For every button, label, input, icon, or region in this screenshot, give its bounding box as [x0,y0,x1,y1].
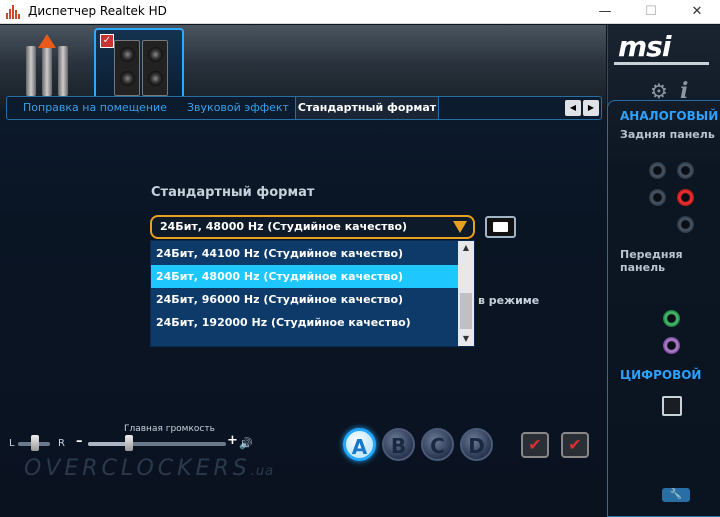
right-panel-frame [607,100,720,517]
rear-jack-icon[interactable] [677,162,694,179]
tab-room-correction[interactable]: Поправка на помещение [23,101,167,114]
volume-slider-fill [88,442,130,446]
tab-sound-effect[interactable]: Звуковой эффект [187,101,289,114]
volume-slider-track[interactable] [88,442,226,446]
msi-logo: msi [618,30,671,63]
front-jack-purple-icon[interactable] [663,337,680,354]
apply-all-check-button[interactable]: ✔ [561,432,589,458]
dropdown-arrow-icon[interactable] [453,221,467,233]
master-volume-label: Главная громкость [124,424,215,434]
dropdown-option-selected[interactable]: 24Бит, 48000 Hz (Студийное качество) [151,265,459,288]
balance-left-label: L [9,438,15,449]
maximize-button[interactable]: ☐ [628,0,674,24]
apply-check-button[interactable]: ✔ [521,432,549,458]
rear-jack-icon[interactable] [649,189,666,206]
hidden-option-label: в режиме [478,294,540,307]
format-select[interactable]: 24Бит, 48000 Hz (Студийное качество) [150,215,475,239]
balance-slider-knob[interactable] [31,435,39,451]
info-icon[interactable]: i [680,78,688,104]
tab-scroll-left-icon[interactable]: ◀ [565,100,581,116]
profile-c-button[interactable]: C [421,428,454,461]
profile-d-button[interactable]: D [460,428,493,461]
mute-speaker-icon[interactable]: 🔊 [239,437,253,450]
wrench-icon[interactable]: 🔧 [662,488,690,502]
checkmark-icon: ✔ [568,435,582,454]
watermark-logo: OVERCLOCKERS.ua [24,456,274,481]
scroll-up-icon[interactable]: ▲ [458,241,474,255]
volume-plus-icon[interactable]: + [227,433,238,448]
rca-plug-icon [26,46,36,96]
realtek-app-icon [6,5,22,19]
default-device-check-icon: ✓ [100,34,114,48]
rear-jack-icon[interactable] [649,162,666,179]
rear-jack-red-icon[interactable] [677,189,694,206]
scrollbar-thumb[interactable] [460,293,472,329]
tab-bar: Поправка на помещение Звуковой эффект Ст… [6,96,602,120]
dropdown-option[interactable]: 24Бит, 192000 Hz (Студийное качество) [151,311,459,334]
default-format-icon [493,222,508,232]
format-dropdown-list: 24Бит, 44100 Hz (Студийное качество) 24Б… [150,240,475,347]
digital-section-title: ЦИФРОВОЙ [620,368,702,382]
scroll-down-icon[interactable]: ▼ [458,332,474,346]
analog-section-title: АНАЛОГОВЫЙ [620,109,719,123]
close-button[interactable]: ✕ [674,0,720,24]
rca-plug-icon [42,46,52,96]
dropdown-option[interactable]: 24Бит, 44100 Hz (Студийное качество) [151,242,459,265]
title-bar: Диспетчер Realtek HD — ☐ ✕ [0,0,720,24]
speaker-icon [142,40,168,96]
digital-output-icon[interactable] [662,396,682,416]
front-jack-green-icon[interactable] [663,310,680,327]
speaker-icon [114,40,140,96]
tab-scroll-right-icon[interactable]: ▶ [583,100,599,116]
restore-default-button[interactable] [485,216,516,238]
volume-minus-icon[interactable]: – [76,434,83,449]
checkmark-icon: ✔ [528,435,542,454]
dropdown-option[interactable]: 24Бит, 96000 Hz (Студийное качество) [151,288,459,311]
profile-b-button[interactable]: B [382,428,415,461]
window-title: Диспетчер Realtek HD [28,4,167,18]
profile-a-button[interactable]: A [343,428,376,461]
watermark-suffix: .ua [250,464,275,479]
front-panel-title: Передняя панель [620,248,683,274]
balance-right-label: R [58,438,65,449]
tab-default-format[interactable]: Стандартный формат [295,97,439,119]
watermark-text: OVERCLOCKERS [24,456,251,481]
rear-jack-icon[interactable] [677,216,694,233]
rca-plug-icon [58,46,68,96]
format-select-value: 24Бит, 48000 Hz (Студийное качество) [160,220,408,233]
up-arrow-icon [38,34,56,48]
volume-slider-knob[interactable] [125,435,133,451]
section-title: Стандартный формат [151,185,315,200]
msi-logo-underline [614,62,709,65]
gear-icon[interactable]: ⚙ [650,79,668,103]
rear-panel-title: Задняя панель [620,128,715,141]
dropdown-scrollbar[interactable]: ▲ ▼ [458,241,474,346]
minimize-button[interactable]: — [582,0,628,24]
